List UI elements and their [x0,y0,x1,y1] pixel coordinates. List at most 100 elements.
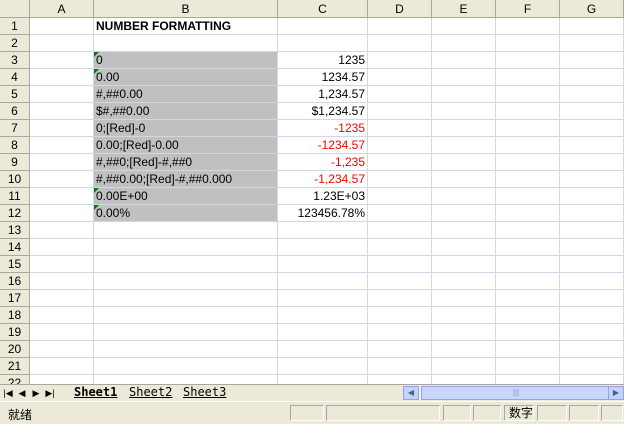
row-header-9[interactable]: 9 [0,154,30,171]
scroll-left-icon[interactable]: ◀ [403,386,419,400]
cell-f3[interactable] [496,52,560,69]
cell-g3[interactable] [560,52,624,69]
row-header-1[interactable]: 1 [0,18,30,35]
cell-b17[interactable] [94,290,278,307]
cell-f12[interactable] [496,205,560,222]
row-header-19[interactable]: 19 [0,324,30,341]
cell-c15[interactable] [278,256,368,273]
cell-g11[interactable] [560,188,624,205]
column-header-a[interactable]: A [30,0,94,18]
cell-a15[interactable] [30,256,94,273]
row-header-10[interactable]: 10 [0,171,30,188]
column-header-f[interactable]: F [496,0,560,18]
cell-g5[interactable] [560,86,624,103]
cell-b4[interactable]: 0.00 [94,69,278,86]
cell-e7[interactable] [432,120,496,137]
cell-g12[interactable] [560,205,624,222]
cell-b22[interactable] [94,375,278,384]
cell-e17[interactable] [432,290,496,307]
column-header-e[interactable]: E [432,0,496,18]
cell-f18[interactable] [496,307,560,324]
row-header-20[interactable]: 20 [0,341,30,358]
scroll-right-icon[interactable]: ▶ [608,386,624,400]
cell-a7[interactable] [30,120,94,137]
row-header-22[interactable]: 22 [0,375,30,384]
cell-c9[interactable]: -1,235 [278,154,368,171]
cell-c6[interactable]: $1,234.57 [278,103,368,120]
cell-f16[interactable] [496,273,560,290]
cell-e6[interactable] [432,103,496,120]
column-header-c[interactable]: C [278,0,368,18]
cell-e20[interactable] [432,341,496,358]
cell-g15[interactable] [560,256,624,273]
cell-e14[interactable] [432,239,496,256]
cell-b1[interactable]: NUMBER FORMATTING [94,18,278,35]
tab-sheet3[interactable]: Sheet3 [183,385,226,401]
cell-d19[interactable] [368,324,432,341]
cell-f19[interactable] [496,324,560,341]
tab-sheet1[interactable]: Sheet1 [74,385,117,401]
cell-a21[interactable] [30,358,94,375]
cell-d7[interactable] [368,120,432,137]
cell-f6[interactable] [496,103,560,120]
cell-d4[interactable] [368,69,432,86]
cell-b13[interactable] [94,222,278,239]
cell-d18[interactable] [368,307,432,324]
cell-c7[interactable]: -1235 [278,120,368,137]
row-header-16[interactable]: 16 [0,273,30,290]
cell-g1[interactable] [560,18,624,35]
cell-g7[interactable] [560,120,624,137]
cell-d10[interactable] [368,171,432,188]
cell-g6[interactable] [560,103,624,120]
cell-e2[interactable] [432,35,496,52]
row-header-4[interactable]: 4 [0,69,30,86]
cell-c19[interactable] [278,324,368,341]
cell-c13[interactable] [278,222,368,239]
cell-b20[interactable] [94,341,278,358]
cell-f7[interactable] [496,120,560,137]
cell-e15[interactable] [432,256,496,273]
cell-e11[interactable] [432,188,496,205]
cell-d9[interactable] [368,154,432,171]
cell-b10[interactable]: #,##0.00;[Red]-#,##0.000 [94,171,278,188]
cell-f9[interactable] [496,154,560,171]
cell-b8[interactable]: 0.00;[Red]-0.00 [94,137,278,154]
cell-g17[interactable] [560,290,624,307]
cell-f5[interactable] [496,86,560,103]
cell-c5[interactable]: 1,234.57 [278,86,368,103]
row-header-15[interactable]: 15 [0,256,30,273]
row-header-13[interactable]: 13 [0,222,30,239]
cell-d2[interactable] [368,35,432,52]
row-header-3[interactable]: 3 [0,52,30,69]
row-header-12[interactable]: 12 [0,205,30,222]
cell-a6[interactable] [30,103,94,120]
cell-f10[interactable] [496,171,560,188]
cell-f11[interactable] [496,188,560,205]
cell-d22[interactable] [368,375,432,384]
cell-b3[interactable]: 0 [94,52,278,69]
cell-f20[interactable] [496,341,560,358]
cell-f4[interactable] [496,69,560,86]
cell-e16[interactable] [432,273,496,290]
cell-g13[interactable] [560,222,624,239]
cell-g2[interactable] [560,35,624,52]
cell-b5[interactable]: #,##0.00 [94,86,278,103]
cell-d3[interactable] [368,52,432,69]
cell-a2[interactable] [30,35,94,52]
cell-f15[interactable] [496,256,560,273]
column-header-d[interactable]: D [368,0,432,18]
cell-e21[interactable] [432,358,496,375]
cell-c21[interactable] [278,358,368,375]
cell-b14[interactable] [94,239,278,256]
cell-e10[interactable] [432,171,496,188]
cell-e4[interactable] [432,69,496,86]
cell-b2[interactable] [94,35,278,52]
cell-d1[interactable] [368,18,432,35]
cell-d6[interactable] [368,103,432,120]
cell-a1[interactable] [30,18,94,35]
cell-b6[interactable]: $#,##0.00 [94,103,278,120]
last-sheet-icon[interactable]: ▶| [44,386,56,400]
cell-a14[interactable] [30,239,94,256]
cell-a19[interactable] [30,324,94,341]
column-header-g[interactable]: G [560,0,624,18]
